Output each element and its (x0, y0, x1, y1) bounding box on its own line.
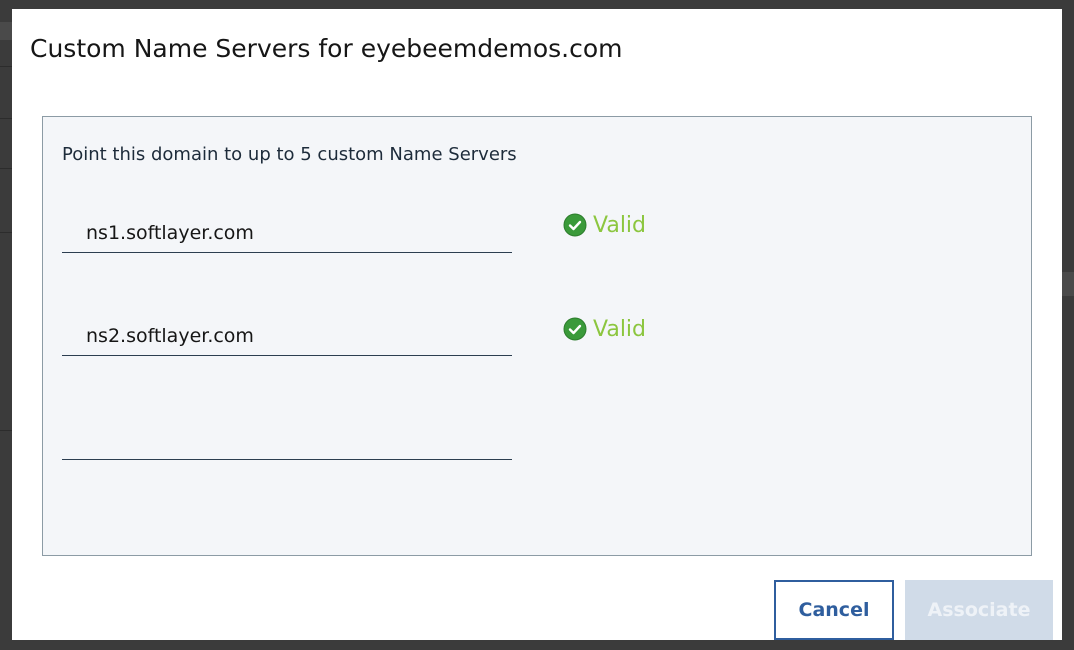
name-server-2-status: Valid (563, 314, 646, 344)
name-server-1-status: Valid (563, 210, 646, 240)
cancel-button[interactable]: Cancel (774, 580, 894, 640)
backdrop-fragment (1062, 272, 1074, 296)
valid-status-text: Valid (593, 212, 647, 238)
backdrop-divider (0, 430, 12, 431)
name-servers-panel: Point this domain to up to 5 custom Name… (42, 116, 1032, 556)
check-circle-icon (563, 213, 587, 237)
backdrop-fragment (0, 22, 12, 40)
custom-name-servers-dialog: Custom Name Servers for eyebeemdemos.com… (12, 9, 1062, 640)
backdrop-divider (0, 66, 12, 67)
backdrop-divider (0, 232, 12, 233)
panel-description: Point this domain to up to 5 custom Name… (62, 144, 517, 165)
dialog-title: Custom Name Servers for eyebeemdemos.com (30, 34, 623, 63)
backdrop-divider (0, 118, 12, 119)
name-server-2-input[interactable] (62, 316, 512, 356)
check-circle-icon (563, 317, 587, 341)
name-server-3-input[interactable] (62, 420, 512, 460)
backdrop-divider (0, 168, 12, 169)
associate-button[interactable]: Associate (905, 580, 1053, 640)
valid-status-text: Valid (593, 316, 647, 342)
name-server-1-input[interactable] (62, 213, 512, 253)
